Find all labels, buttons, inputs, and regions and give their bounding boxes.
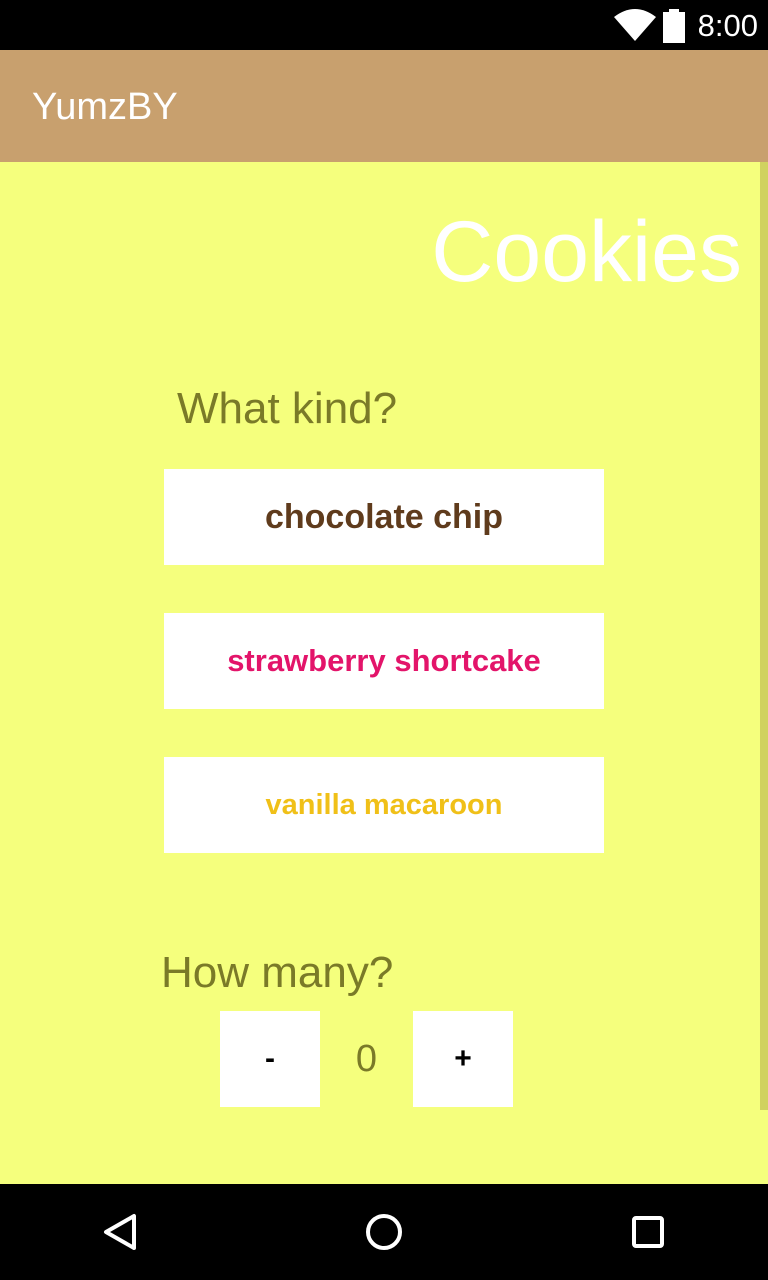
increment-button[interactable]: + [413, 1011, 513, 1107]
main-content: Cookies What kind? chocolate chip strawb… [0, 162, 768, 1184]
app-bar: YumzBY [0, 50, 768, 162]
decrement-button[interactable]: - [220, 1011, 320, 1107]
quantity-label: How many? [161, 948, 394, 997]
app-title: YumzBY [32, 86, 178, 128]
back-icon[interactable] [96, 1208, 144, 1256]
battery-icon [663, 9, 685, 43]
quantity-value: 0 [355, 1038, 378, 1080]
chocolate-chip-button[interactable]: chocolate chip [164, 469, 604, 565]
page-title: Cookies [431, 204, 742, 300]
kind-label: What kind? [177, 384, 398, 433]
scrollbar[interactable] [760, 162, 768, 1110]
status-time: 8:00 [697, 8, 758, 43]
strawberry-shortcake-button[interactable]: strawberry shortcake [164, 613, 604, 709]
status-bar: 8:00 [0, 0, 768, 50]
navigation-bar [0, 1184, 768, 1280]
recents-icon[interactable] [624, 1208, 672, 1256]
vanilla-macaroon-button[interactable]: vanilla macaroon [164, 757, 604, 853]
home-icon[interactable] [360, 1208, 408, 1256]
wifi-icon [614, 9, 656, 41]
